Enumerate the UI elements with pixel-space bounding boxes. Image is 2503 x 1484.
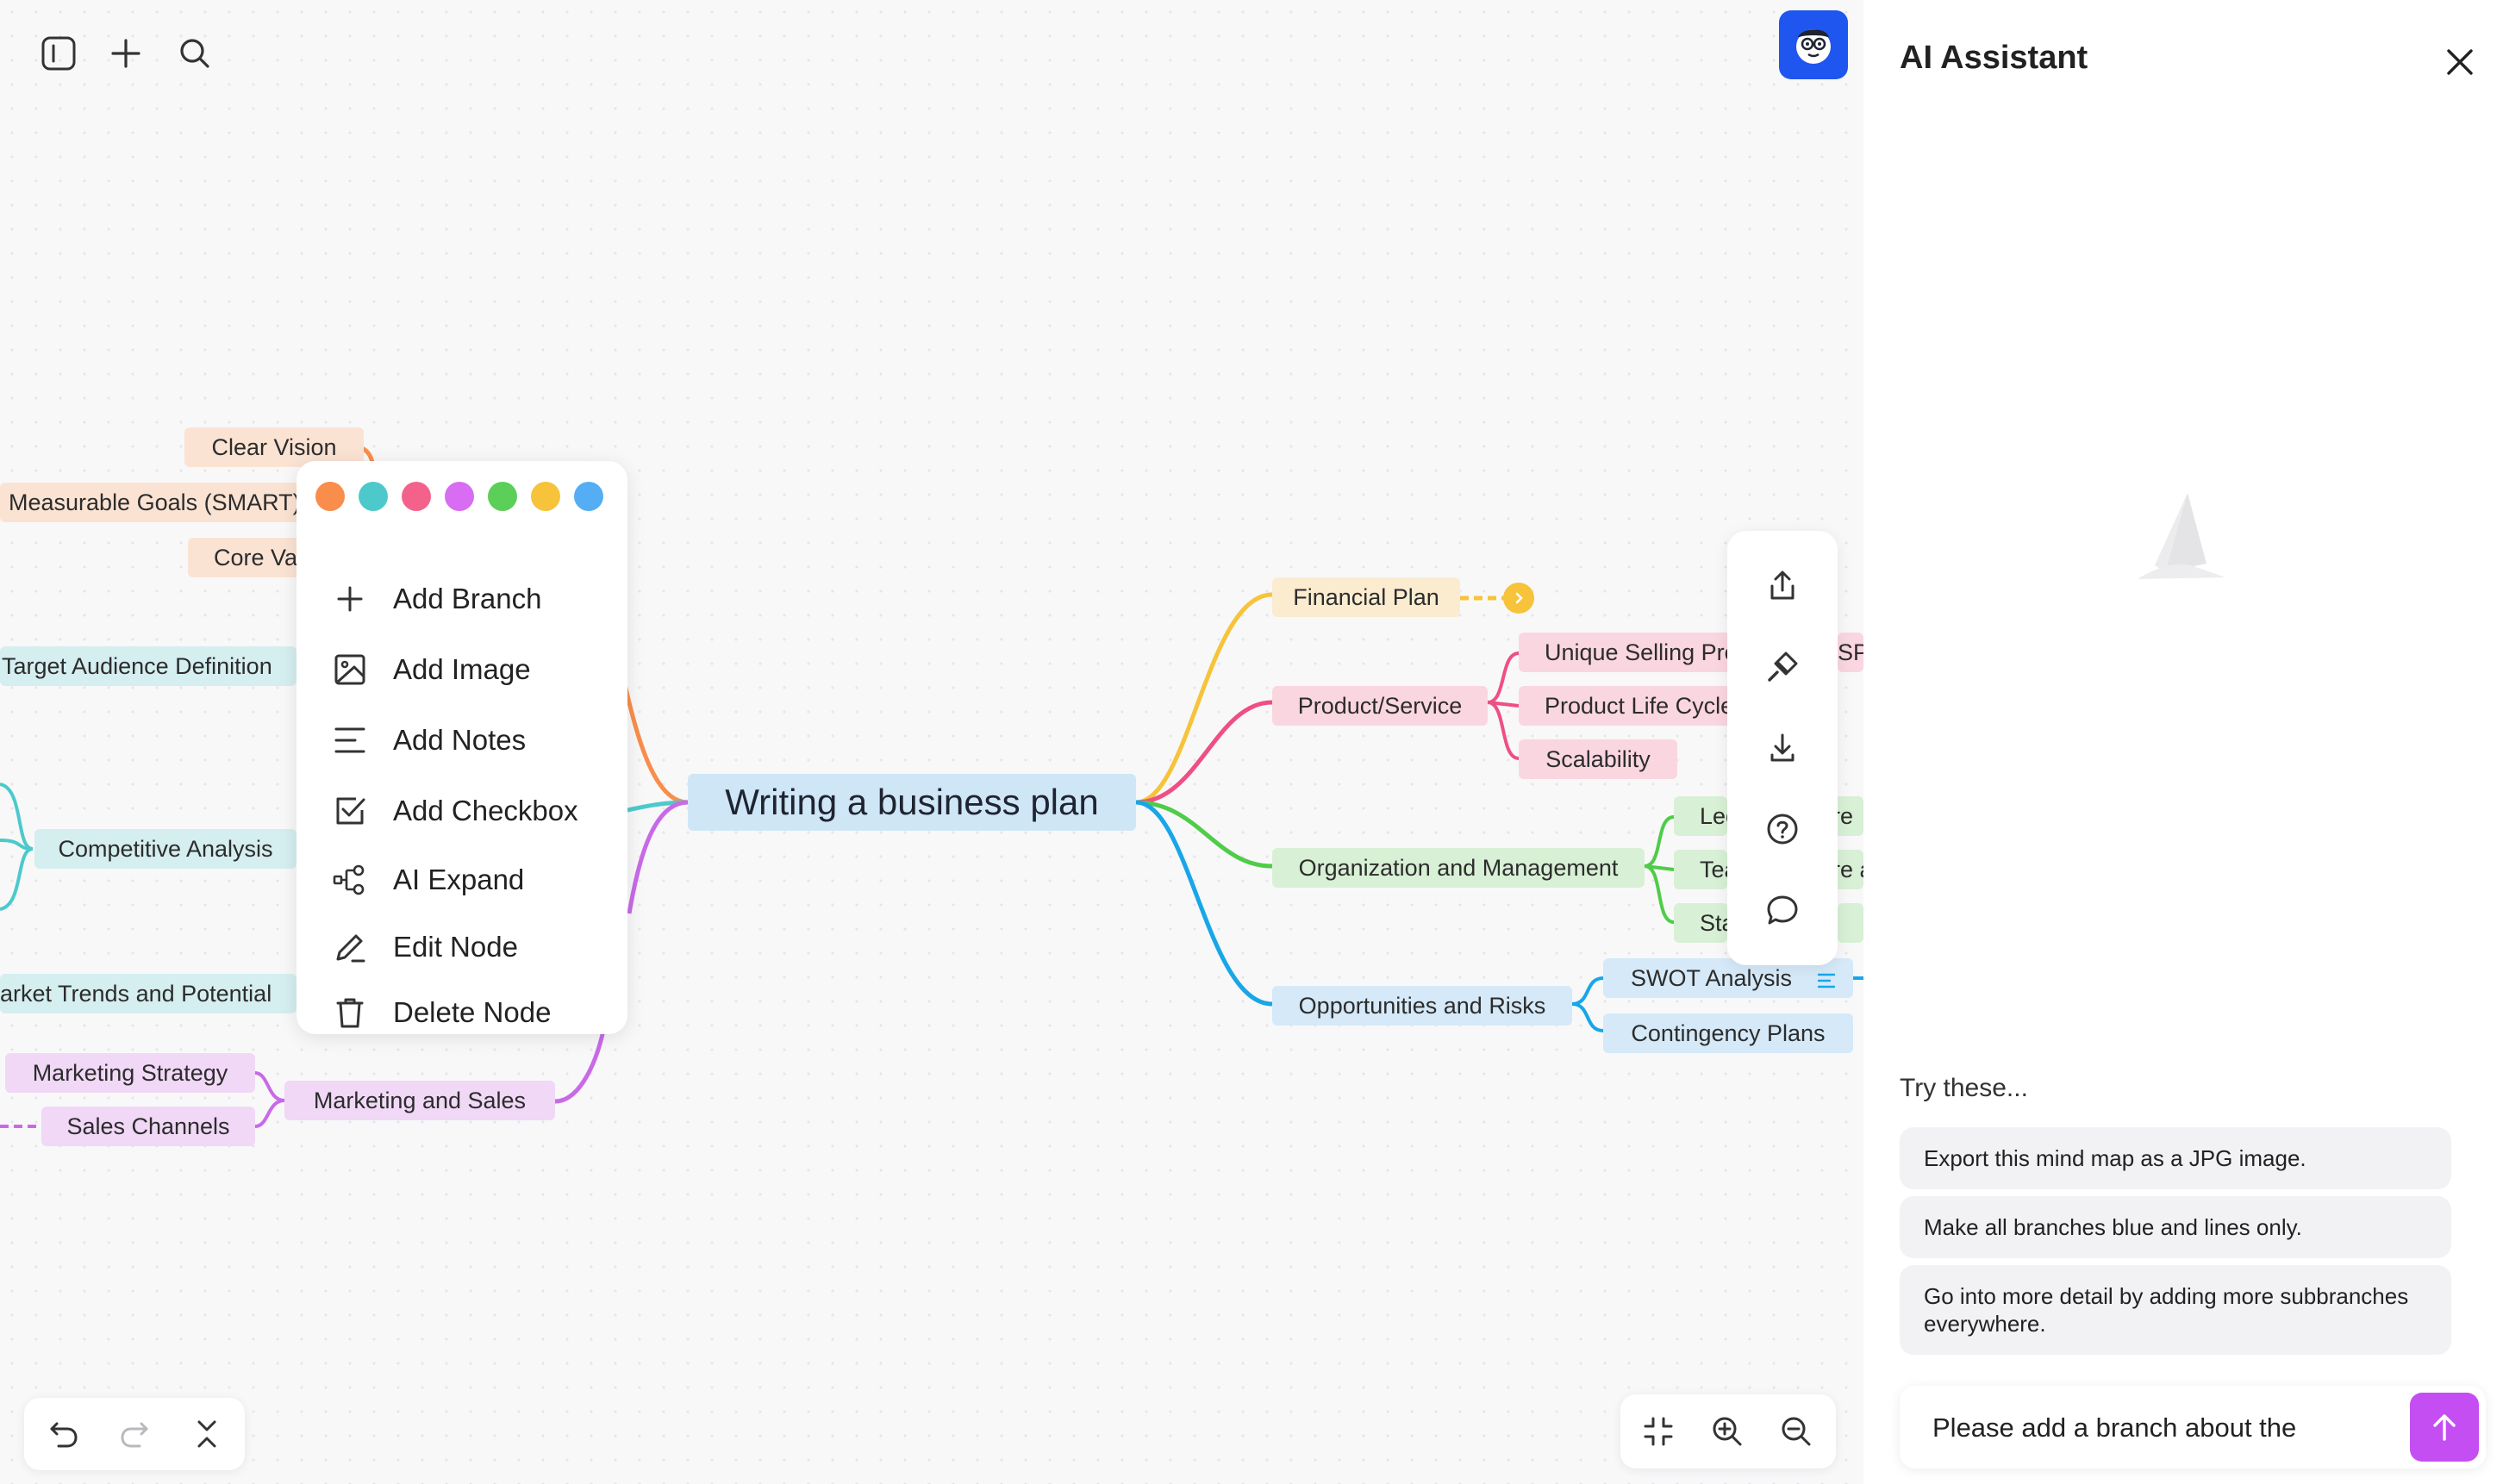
zoom-out-icon[interactable]: [1772, 1407, 1820, 1456]
comment-icon[interactable]: [1755, 882, 1810, 938]
assistant-face-icon: [1796, 29, 1831, 64]
assistant-placeholder-icon: [2138, 493, 2225, 579]
redo-icon[interactable]: [110, 1410, 159, 1458]
menu-add-notes-label: Add Notes: [393, 724, 527, 756]
swatch-orange[interactable]: [315, 482, 345, 511]
sidebar-toggle-icon[interactable]: [34, 29, 83, 78]
node-context-menu: Add Branch Add Image Add Notes Add Check…: [296, 461, 627, 1034]
send-button[interactable]: [2410, 1393, 2479, 1462]
avatar[interactable]: [1779, 10, 1848, 79]
menu-delete-node[interactable]: Delete Node: [331, 987, 551, 1038]
chat-input-box: [1900, 1386, 2486, 1468]
menu-add-image[interactable]: Add Image: [331, 644, 531, 695]
swatch-pink[interactable]: [402, 482, 431, 511]
ai-expand-icon: [331, 861, 369, 899]
swatch-blue[interactable]: [574, 482, 603, 511]
download-icon[interactable]: [1755, 720, 1810, 776]
ai-assistant-panel: AI Assistant Try these... Export this mi…: [1863, 0, 2503, 1484]
trash-icon: [331, 994, 369, 1032]
swatch-yellow[interactable]: [531, 482, 560, 511]
plus-icon[interactable]: [102, 29, 150, 78]
node-sales-channels[interactable]: Sales Channels: [41, 1107, 255, 1146]
zoom-in-icon[interactable]: [1703, 1407, 1751, 1456]
menu-add-branch[interactable]: Add Branch: [331, 573, 541, 625]
node-scalability[interactable]: Scalability: [1519, 739, 1677, 779]
menu-ai-expand-label: AI Expand: [393, 864, 525, 895]
menu-edit-node[interactable]: Edit Node: [331, 921, 518, 973]
node-product-service[interactable]: Product/Service: [1272, 686, 1488, 726]
node-market-trends[interactable]: arket Trends and Potential: [0, 974, 296, 1013]
menu-add-checkbox-label: Add Checkbox: [393, 795, 578, 826]
expand-branch-icon[interactable]: [1503, 583, 1534, 614]
swatch-teal[interactable]: [359, 482, 388, 511]
node-marketing-and-sales[interactable]: Marketing and Sales: [284, 1081, 555, 1120]
arrow-up-icon: [2433, 1414, 2456, 1441]
node-staff-suffix: [1838, 903, 1863, 943]
node-unique-selling[interactable]: Unique Selling Pro: [1519, 633, 1739, 672]
node-team[interactable]: Tea: [1674, 850, 1738, 889]
menu-add-checkbox[interactable]: Add Checkbox: [331, 785, 578, 837]
help-icon[interactable]: [1755, 801, 1810, 857]
menu-add-image-label: Add Image: [393, 653, 531, 685]
side-toolbar: [1727, 531, 1838, 965]
share-icon[interactable]: [1755, 558, 1810, 614]
close-icon[interactable]: [2436, 38, 2484, 86]
undo-icon[interactable]: [40, 1410, 88, 1458]
suggestion-chip[interactable]: Make all branches blue and lines only.: [1900, 1196, 2451, 1258]
history-toolbar: [24, 1398, 245, 1470]
plus-icon: [331, 580, 369, 618]
pencil-icon: [331, 928, 369, 966]
suggestion-chip[interactable]: Export this mind map as a JPG image.: [1900, 1127, 2451, 1189]
fit-screen-icon[interactable]: [1634, 1407, 1682, 1456]
notes-indicator-icon[interactable]: [1817, 969, 1836, 995]
node-product-life-cycle[interactable]: Product Life Cycle: [1519, 686, 1739, 726]
swatch-purple[interactable]: [445, 482, 474, 511]
swatch-green[interactable]: [488, 482, 517, 511]
node-legal[interactable]: Leg: [1674, 796, 1738, 836]
image-icon: [331, 651, 369, 689]
checkbox-icon: [331, 792, 369, 830]
menu-edit-node-label: Edit Node: [393, 931, 518, 963]
chat-input[interactable]: [1931, 1401, 2382, 1455]
search-icon[interactable]: [171, 29, 219, 78]
node-target-audience[interactable]: Target Audience Definition: [0, 646, 296, 686]
node-core-values[interactable]: Core Val: [188, 538, 309, 577]
node-opportunities-risks[interactable]: Opportunities and Risks: [1272, 986, 1572, 1026]
zoom-toolbar: [1620, 1394, 1836, 1468]
suggestion-chip[interactable]: Go into more detail by adding more subbr…: [1900, 1265, 2451, 1355]
paint-brush-icon[interactable]: [1755, 639, 1810, 695]
menu-delete-node-label: Delete Node: [393, 996, 552, 1028]
menu-ai-expand[interactable]: AI Expand: [331, 854, 524, 906]
panel-title: AI Assistant: [1900, 40, 2088, 76]
node-marketing-strategy[interactable]: Marketing Strategy: [5, 1053, 255, 1093]
node-swot-label: SWOT Analysis: [1631, 964, 1793, 991]
notes-icon: [331, 721, 369, 759]
node-contingency-plans[interactable]: Contingency Plans: [1603, 1013, 1853, 1053]
menu-add-notes[interactable]: Add Notes: [331, 714, 526, 766]
node-organization-management[interactable]: Organization and Management: [1272, 848, 1645, 888]
node-staff[interactable]: Sta: [1674, 903, 1735, 943]
menu-add-branch-label: Add Branch: [393, 583, 542, 614]
collapse-icon[interactable]: [183, 1410, 231, 1458]
mindmap-canvas[interactable]: Writing a business plan Clear Vision Mea…: [0, 0, 1863, 1484]
try-these-title: Try these...: [1900, 1074, 2028, 1102]
node-usp-suffix: SP: [1838, 633, 1863, 672]
color-swatches: [315, 482, 603, 511]
node-financial-plan[interactable]: Financial Plan: [1272, 577, 1460, 617]
node-measurable-goals[interactable]: Measurable Goals (SMART): [0, 483, 301, 522]
root-node[interactable]: Writing a business plan: [688, 774, 1136, 831]
node-competitive-analysis[interactable]: Competitive Analysis: [34, 829, 296, 869]
